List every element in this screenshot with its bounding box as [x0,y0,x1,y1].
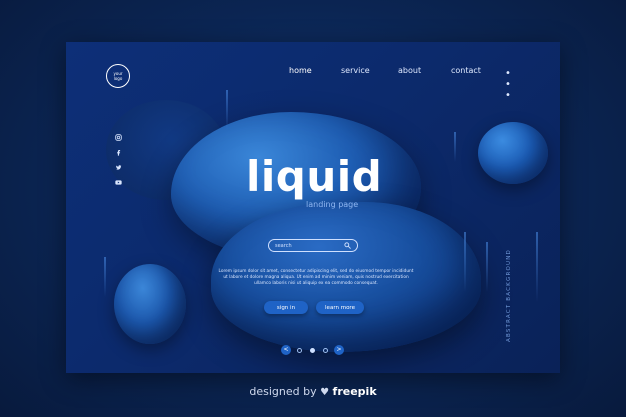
youtube-icon[interactable] [113,179,123,189]
prev-arrow-icon[interactable]: < [281,345,291,355]
search-input[interactable]: search [275,243,344,249]
instagram-icon[interactable] [113,134,123,144]
blob-bottom-left [114,264,186,344]
nav-service[interactable]: service [341,66,370,75]
light-streak [104,257,106,297]
pager-dot[interactable] [323,347,328,353]
landing-page: your logo home service about contact • •… [66,42,560,373]
social-links [113,134,123,194]
learn-more-button[interactable]: learn more [316,301,364,314]
pager-dot[interactable] [297,347,302,353]
light-streak [464,232,466,292]
light-streak [486,242,488,292]
slide-pager: < > [281,345,344,355]
credit-line: designed by ♥ freepik [0,385,626,398]
more-menu-icon[interactable]: • • • [505,68,512,101]
nav-about[interactable]: about [398,66,421,75]
next-arrow-icon[interactable]: > [334,345,344,355]
pager-dot-active[interactable] [310,347,315,353]
search-icon[interactable] [344,242,351,249]
credit-prefix: designed by [249,385,317,398]
hero-subtitle: landing page [306,200,359,209]
search-bar[interactable]: search [268,239,358,252]
hero-body-text: Lorem ipsum dolor sit amet, consectetur … [218,269,414,286]
side-caption: ABSTRACT BACKGROUND [506,249,512,342]
facebook-icon[interactable] [113,149,123,159]
light-streak [536,232,538,302]
freepik-logo-icon: ♥ [320,387,330,398]
light-streak [454,132,456,162]
twitter-icon[interactable] [113,164,123,174]
nav-contact[interactable]: contact [451,66,481,75]
nav-home[interactable]: home [289,66,312,75]
logo[interactable]: your logo [106,64,130,88]
logo-line-2: logo [113,76,123,81]
hero-title: liquid [246,152,383,201]
light-streak [226,90,228,130]
sign-in-button[interactable]: sign in [264,301,308,314]
blob-right [478,122,548,184]
credit-brand[interactable]: freepik [333,385,377,398]
